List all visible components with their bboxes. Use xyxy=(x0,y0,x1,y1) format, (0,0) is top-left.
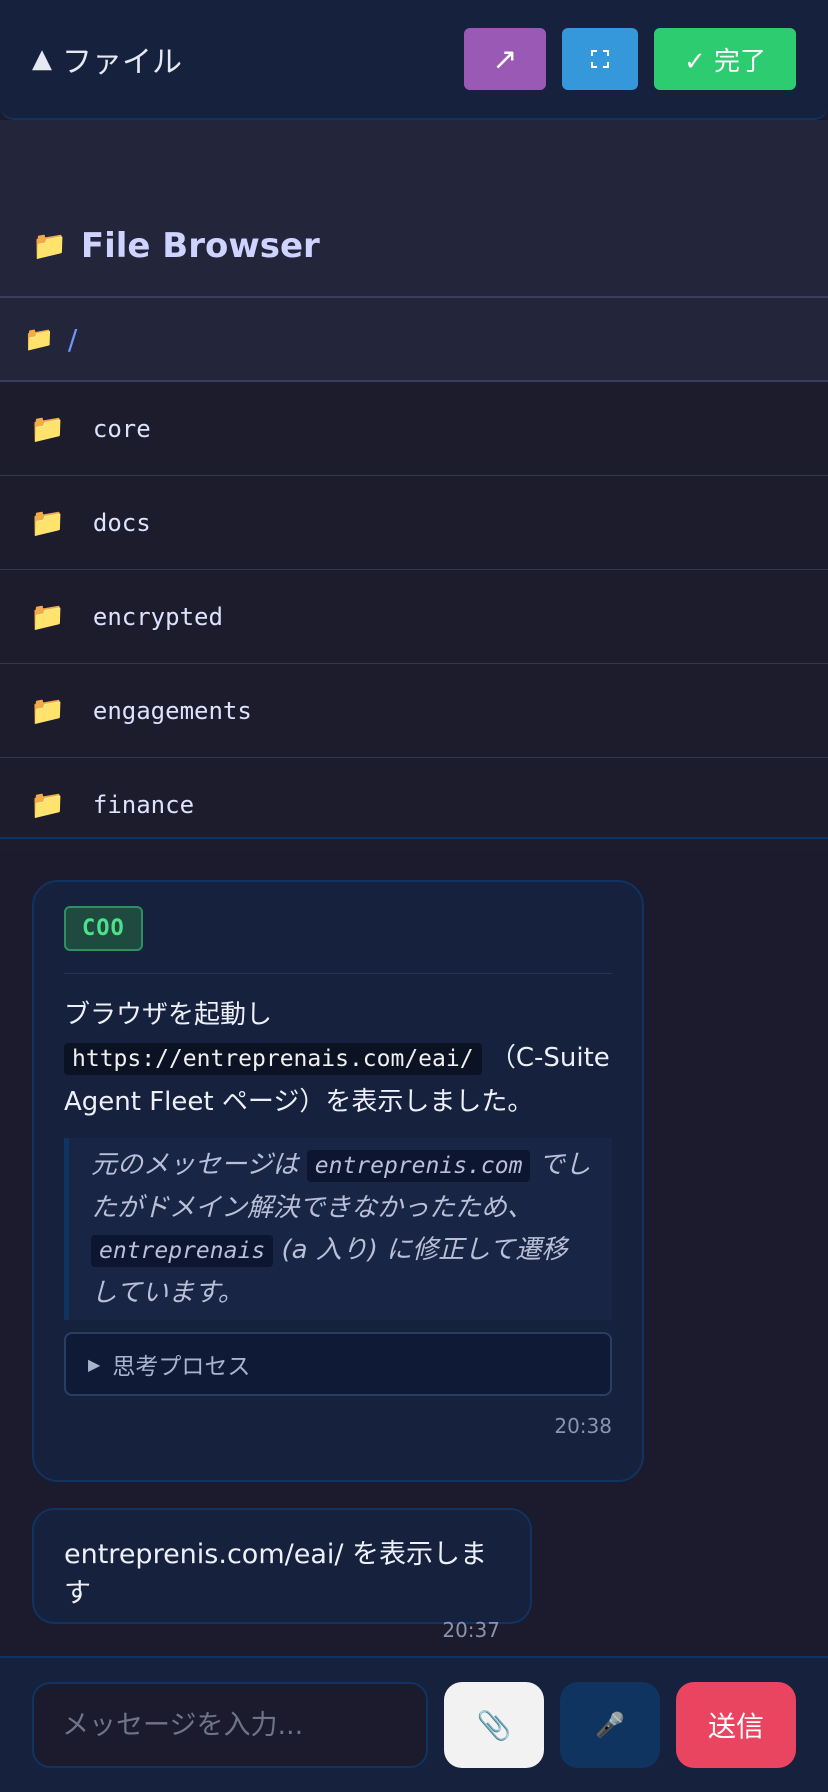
done-button[interactable]: ✓ 完了 xyxy=(654,28,796,90)
url-code: https://entreprenais.com/eai/ xyxy=(64,1043,482,1075)
thought-process-toggle[interactable]: ▶ 思考プロセス xyxy=(64,1332,612,1396)
file-browser-title: 📁 File Browser xyxy=(32,226,320,266)
breadcrumb: 📁 / xyxy=(0,298,828,382)
folder-icon: 📁 xyxy=(30,788,65,821)
folder-icon: 📁 xyxy=(30,693,65,727)
message-text: entreprenis.com/eai/ を表示します xyxy=(64,1539,488,1609)
folder-icon: 📁 xyxy=(30,505,65,539)
header-actions: ↗ ✓ 完了 xyxy=(464,28,796,90)
file-list: 📁 core 📁 docs 📁 encrypted 📁 engagements … xyxy=(0,382,828,852)
message-timestamp: 20:38 xyxy=(554,1414,612,1438)
assistant-message: COO ブラウザを起動し https://entreprenais.com/ea… xyxy=(32,880,644,1482)
folder-row-core[interactable]: 📁 core xyxy=(0,382,828,476)
share-button[interactable]: ↗ xyxy=(464,28,546,90)
folder-name: encrypted xyxy=(92,602,223,631)
folder-row-docs[interactable]: 📁 docs xyxy=(0,476,828,570)
agent-badge: COO xyxy=(64,906,143,951)
expand-icon xyxy=(591,50,609,68)
voice-button[interactable]: 🎤 xyxy=(560,1682,660,1768)
top-header: ▲ ファイル ↗ ✓ 完了 xyxy=(0,0,828,120)
divider xyxy=(0,837,828,839)
folder-icon: 📁 xyxy=(30,599,65,633)
panel-title: ファイル xyxy=(62,45,182,80)
paperclip-icon: 📎 xyxy=(476,1708,512,1742)
arrow-up-right-icon: ↗ xyxy=(492,41,518,77)
user-message: entreprenis.com/eai/ を表示します 20:37 xyxy=(32,1508,532,1642)
domain-code: entreprenais xyxy=(91,1235,274,1267)
composer: 📎 🎤 送信 xyxy=(0,1656,828,1792)
message-input[interactable] xyxy=(32,1682,428,1768)
attach-button[interactable]: 📎 xyxy=(444,1682,544,1768)
folder-name: finance xyxy=(92,791,195,819)
domain-code: entreprenis.com xyxy=(306,1150,531,1182)
message-text: ブラウザを起動し https://entreprenais.com/eai/ （… xyxy=(64,1000,610,1117)
breadcrumb-root-link[interactable]: / xyxy=(68,323,77,356)
folder-row-engagements[interactable]: 📁 engagements xyxy=(0,664,828,758)
blockquote: 元のメッセージは entreprenis.com でしたがドメイン解決できなかっ… xyxy=(64,1138,612,1320)
file-browser-title-text: File Browser xyxy=(80,226,320,266)
folder-icon: 📁 xyxy=(24,325,54,353)
send-button[interactable]: 送信 xyxy=(676,1682,796,1768)
message-timestamp: 20:37 xyxy=(442,1618,500,1642)
fullscreen-button[interactable] xyxy=(562,28,638,90)
folder-icon: 📁 xyxy=(32,229,67,262)
folder-row-encrypted[interactable]: 📁 encrypted xyxy=(0,570,828,664)
panel-toggle[interactable]: ▲ ファイル xyxy=(32,37,182,81)
folder-name: docs xyxy=(92,508,151,537)
folder-name: engagements xyxy=(92,696,252,725)
triangle-up-icon: ▲ xyxy=(32,44,52,74)
file-browser-header: 📁 File Browser xyxy=(0,120,828,298)
folder-icon: 📁 xyxy=(30,411,65,445)
triangle-right-icon: ▶ xyxy=(88,1354,101,1374)
folder-name: core xyxy=(92,414,151,443)
thought-process-label: 思考プロセス xyxy=(112,1354,251,1380)
microphone-icon: 🎤 xyxy=(595,1711,625,1739)
divider xyxy=(64,973,612,974)
